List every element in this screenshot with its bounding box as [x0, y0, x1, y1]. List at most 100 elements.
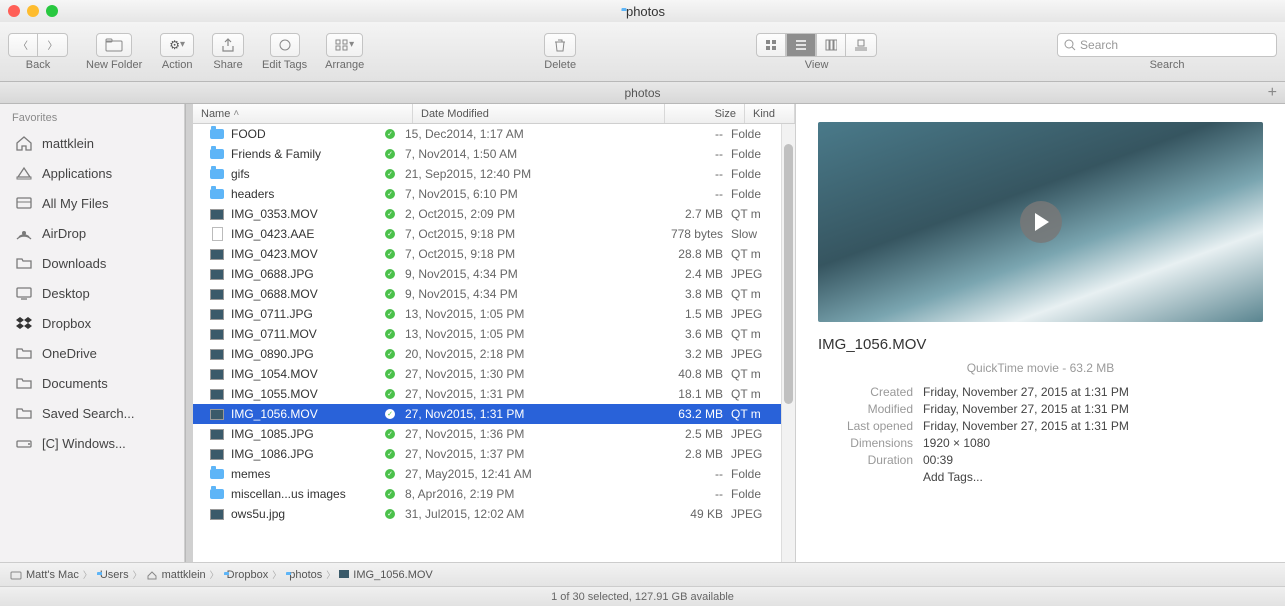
file-row[interactable]: ows5u.jpg✓31, Jul2015, 12:02 AM49 KBJPEG — [193, 504, 781, 524]
file-row[interactable]: headers✓7, Nov2015, 6:10 PM--Folde — [193, 184, 781, 204]
delete-button[interactable] — [544, 33, 576, 57]
view-list-button[interactable] — [786, 33, 816, 57]
file-row[interactable]: IMG_1054.MOV✓27, Nov2015, 1:30 PM40.8 MB… — [193, 364, 781, 384]
path-crumb[interactable]: Matt's Mac — [10, 569, 79, 581]
path-crumb[interactable]: IMG_1056.MOV — [339, 569, 432, 581]
view-column-button[interactable] — [816, 33, 846, 57]
arrange-button[interactable]: ▾ — [326, 33, 363, 57]
sidebar-item-desktop[interactable]: Desktop — [0, 278, 184, 308]
file-row[interactable]: Friends & Family✓7, Nov2014, 1:50 AM--Fo… — [193, 144, 781, 164]
file-date: 15, Dec2014, 1:17 AM — [405, 127, 651, 141]
file-kind: JPEG — [731, 267, 781, 281]
sidebar-item-onedrive[interactable]: OneDrive — [0, 338, 184, 368]
column-size[interactable]: Size — [665, 104, 745, 123]
synced-icon: ✓ — [385, 469, 395, 479]
file-name: Friends & Family — [231, 147, 383, 161]
file-date: 27, Nov2015, 1:31 PM — [405, 387, 651, 401]
document-icon — [212, 227, 223, 241]
sidebar-item-dropbox[interactable]: Dropbox — [0, 308, 184, 338]
file-row[interactable]: memes✓27, May2015, 12:41 AM--Folde — [193, 464, 781, 484]
sidebar-item-mattklein[interactable]: mattklein — [0, 128, 184, 158]
back-label: Back — [26, 59, 50, 71]
sidebar-item-all-my-files[interactable]: All My Files — [0, 188, 184, 218]
sidebar-item-label: Documents — [42, 376, 108, 391]
close-window-button[interactable] — [8, 5, 20, 17]
back-button[interactable]: 〈 — [8, 33, 38, 57]
path-crumb[interactable]: Users — [96, 569, 129, 581]
file-row[interactable]: IMG_0688.JPG✓9, Nov2015, 4:34 PM2.4 MBJP… — [193, 264, 781, 284]
share-button[interactable] — [212, 33, 244, 57]
file-kind: Slow — [731, 227, 781, 241]
sidebar-item-applications[interactable]: Applications — [0, 158, 184, 188]
file-name: IMG_0353.MOV — [231, 207, 383, 221]
file-date: 13, Nov2015, 1:05 PM — [405, 327, 651, 341]
file-row[interactable]: miscellan...us images✓8, Apr2016, 2:19 P… — [193, 484, 781, 504]
column-kind[interactable]: Kind — [745, 104, 795, 123]
file-row[interactable]: IMG_0423.AAE✓7, Oct2015, 9:18 PM778 byte… — [193, 224, 781, 244]
sidebar-item-label: AirDrop — [42, 226, 86, 241]
file-row[interactable]: IMG_0423.MOV✓7, Oct2015, 9:18 PM28.8 MBQ… — [193, 244, 781, 264]
file-row[interactable]: IMG_1086.JPG✓27, Nov2015, 1:37 PM2.8 MBJ… — [193, 444, 781, 464]
column-date[interactable]: Date Modified — [413, 104, 665, 123]
file-row[interactable]: IMG_1085.JPG✓27, Nov2015, 1:36 PM2.5 MBJ… — [193, 424, 781, 444]
file-date: 9, Nov2015, 4:34 PM — [405, 287, 651, 301]
crumb-icon — [339, 569, 349, 581]
file-row[interactable]: IMG_0688.MOV✓9, Nov2015, 4:34 PM3.8 MBQT… — [193, 284, 781, 304]
file-name: FOOD — [231, 127, 383, 141]
file-date: 7, Oct2015, 9:18 PM — [405, 247, 651, 261]
finder-window: photos 〈 〉 Back New Folder ⚙︎ ▾ Action S… — [0, 0, 1285, 606]
file-row[interactable]: FOOD✓15, Dec2014, 1:17 AM--Folde — [193, 124, 781, 144]
sidebar-item-downloads[interactable]: Downloads — [0, 248, 184, 278]
file-row[interactable]: IMG_0890.JPG✓20, Nov2015, 2:18 PM3.2 MBJ… — [193, 344, 781, 364]
view-label: View — [805, 59, 829, 71]
file-kind: QT m — [731, 207, 781, 221]
sidebar-item-saved-search[interactable]: Saved Search... — [0, 398, 184, 428]
meta-opened-key: Last opened — [818, 419, 913, 433]
path-crumb[interactable]: Dropbox — [223, 569, 269, 581]
toolbar: 〈 〉 Back New Folder ⚙︎ ▾ Action Share Ed… — [0, 22, 1285, 82]
file-size: 49 KB — [651, 507, 731, 521]
path-crumb[interactable]: mattklein — [146, 569, 206, 581]
zoom-window-button[interactable] — [46, 5, 58, 17]
file-row[interactable]: IMG_0711.MOV✓13, Nov2015, 1:05 PM3.6 MBQ… — [193, 324, 781, 344]
file-name: headers — [231, 187, 383, 201]
file-row[interactable]: IMG_1055.MOV✓27, Nov2015, 1:31 PM18.1 MB… — [193, 384, 781, 404]
file-size: 2.7 MB — [651, 207, 731, 221]
view-coverflow-button[interactable] — [846, 33, 877, 57]
file-kind: JPEG — [731, 427, 781, 441]
thumbnail-icon — [210, 249, 224, 260]
file-name: IMG_1056.MOV — [231, 407, 383, 421]
synced-icon: ✓ — [385, 509, 395, 519]
add-tab-button[interactable]: + — [1268, 84, 1277, 102]
minimize-window-button[interactable] — [27, 5, 39, 17]
preview-thumbnail[interactable] — [818, 122, 1263, 322]
file-size: -- — [651, 127, 731, 141]
file-row[interactable]: IMG_0711.JPG✓13, Nov2015, 1:05 PM1.5 MBJ… — [193, 304, 781, 324]
edit-tags-button[interactable] — [270, 33, 300, 57]
tab-photos[interactable]: photos — [624, 86, 660, 100]
scrollbar-thumb[interactable] — [784, 144, 793, 404]
synced-icon: ✓ — [385, 209, 395, 219]
sort-asc-icon: ˄ — [233, 108, 239, 119]
vertical-scrollbar[interactable] — [781, 124, 795, 562]
play-icon[interactable] — [1020, 201, 1062, 243]
search-input[interactable]: Search — [1057, 33, 1277, 57]
sidebar-resize-handle[interactable] — [185, 104, 193, 562]
file-row[interactable]: gifs✓21, Sep2015, 12:40 PM--Folde — [193, 164, 781, 184]
column-name[interactable]: Name ˄ — [193, 104, 413, 123]
synced-icon: ✓ — [385, 489, 395, 499]
new-folder-button[interactable] — [96, 33, 132, 57]
path-crumb[interactable]: photos — [285, 569, 322, 581]
forward-button[interactable]: 〉 — [38, 33, 68, 57]
sidebar-header-favorites: Favorites — [0, 110, 184, 128]
view-icon-button[interactable] — [756, 33, 786, 57]
synced-icon: ✓ — [385, 449, 395, 459]
sidebar-item-documents[interactable]: Documents — [0, 368, 184, 398]
synced-icon: ✓ — [385, 429, 395, 439]
sidebar-item-c-windows[interactable]: [C] Windows... — [0, 428, 184, 458]
file-row[interactable]: IMG_1056.MOV✓27, Nov2015, 1:31 PM63.2 MB… — [193, 404, 781, 424]
add-tags-link[interactable]: Add Tags... — [923, 470, 1263, 484]
file-row[interactable]: IMG_0353.MOV✓2, Oct2015, 2:09 PM2.7 MBQT… — [193, 204, 781, 224]
sidebar-item-airdrop[interactable]: AirDrop — [0, 218, 184, 248]
action-button[interactable]: ⚙︎ ▾ — [160, 33, 194, 57]
